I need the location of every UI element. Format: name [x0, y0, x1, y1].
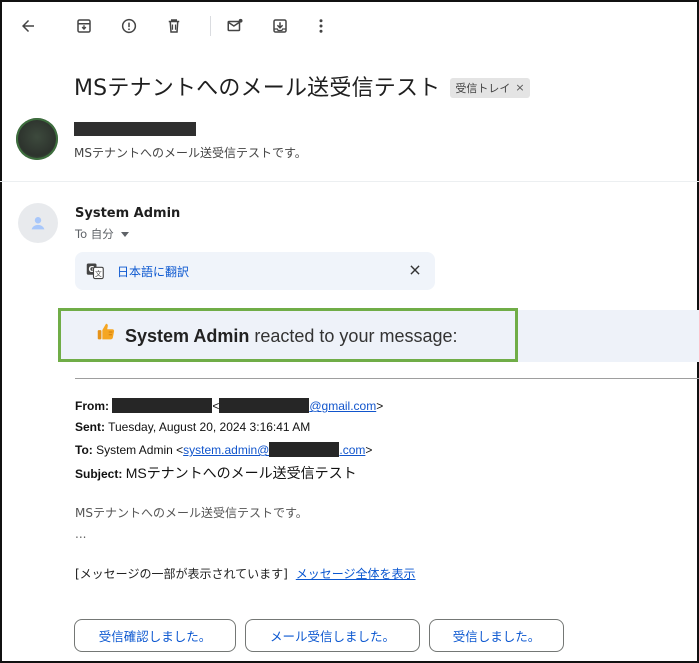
chevron-down-icon [120, 232, 129, 237]
reaction-banner: System Admin reacted to your message: [58, 308, 518, 362]
thumbs-up-icon [97, 323, 115, 340]
to-name: System Admin < [96, 443, 184, 457]
recipient-label: To 自分 [75, 227, 114, 241]
collapsed-message[interactable]: MSテナントへのメール送受信テストです。 [16, 118, 699, 178]
system-admin-avatar [18, 203, 58, 243]
show-trimmed-content[interactable]: ... [75, 527, 86, 541]
subject-row: MSテナントへのメール送受信テスト 受信トレイ × [74, 70, 530, 102]
close-icon [410, 265, 420, 275]
from-gt: > [376, 399, 384, 413]
quoted-subject-line: Subject: MSテナントへのメール送受信テスト [75, 463, 357, 483]
message-body: MSテナントへのメール送受信テストです。 [75, 506, 308, 520]
report-spam-button[interactable] [115, 12, 143, 40]
recipient-details-toggle[interactable]: To 自分 [75, 226, 129, 242]
back-button[interactable] [14, 12, 42, 40]
mark-unread-button[interactable] [221, 12, 249, 40]
move-to-button[interactable] [266, 12, 294, 40]
redacted-from-email [219, 398, 310, 413]
delete-button[interactable] [160, 12, 188, 40]
to-gt: > [365, 443, 373, 457]
quoted-from-line: From: < @gmail.com> [75, 398, 383, 413]
more-options-button[interactable] [307, 12, 335, 40]
toolbar-divider [210, 16, 211, 36]
back-arrow-icon [22, 20, 34, 32]
subject-value: MSテナントへのメール送受信テスト [125, 465, 357, 481]
redacted-from-name [112, 398, 213, 413]
person-icon [31, 217, 45, 230]
translate-bar: G 文 日本語に翻訳 [75, 252, 435, 290]
redacted-sender-name [74, 122, 196, 136]
to-email-link[interactable]: system.admin@ .com [183, 442, 366, 457]
subject-label: Subject: [75, 467, 123, 481]
smart-reply-2[interactable]: メール受信しました。 [245, 619, 420, 652]
clipped-notice-text: [メッセージの一部が表示されています] [75, 567, 288, 581]
quoted-to-line: To: System Admin <system.admin@ .com> [75, 442, 372, 457]
remove-label-icon[interactable]: × [515, 81, 524, 94]
quote-separator [75, 378, 699, 379]
archive-button[interactable] [70, 12, 98, 40]
to-email-suffix: .com [339, 443, 366, 457]
sent-value: Tuesday, August 20, 2024 3:16:41 AM [108, 420, 311, 434]
thread-subject: MSテナントへのメール送受信テスト [74, 76, 441, 101]
sender-name[interactable]: System Admin [75, 206, 180, 221]
sent-label: Sent: [75, 420, 105, 434]
redacted-to-domain [269, 442, 340, 457]
to-email-prefix: system.admin@ [183, 443, 270, 457]
report-spam-icon [121, 18, 137, 34]
quoted-sent-line: Sent: Tuesday, August 20, 2024 3:16:41 A… [75, 420, 310, 434]
smart-replies: 受信確認しました。 メール受信しました。 受信しました。 [74, 619, 573, 652]
archive-icon [77, 19, 91, 33]
smart-reply-3[interactable]: 受信しました。 [429, 619, 564, 652]
delete-icon [168, 19, 180, 33]
from-label: From: [75, 399, 109, 413]
message-divider [0, 181, 699, 182]
translate-link[interactable]: 日本語に翻訳 [117, 263, 189, 280]
message-snippet: MSテナントへのメール送受信テストです。 [74, 146, 307, 160]
move-to-icon [273, 19, 287, 33]
reaction-actor: System Admin [125, 326, 250, 346]
sender-avatar [16, 118, 58, 160]
more-vert-icon [319, 19, 323, 33]
to-label: To: [75, 443, 93, 457]
svg-text:文: 文 [95, 269, 102, 278]
from-email-suffix: @gmail.com [309, 399, 377, 413]
close-translate-button[interactable] [405, 260, 425, 280]
translate-icon: G 文 [86, 263, 104, 280]
inbox-label-chip[interactable]: 受信トレイ × [450, 77, 530, 98]
view-entire-message-link[interactable]: メッセージ全体を表示 [296, 567, 416, 581]
inbox-label-text: 受信トレイ [455, 81, 511, 95]
reaction-message: reacted to your message: [249, 326, 458, 346]
from-email-link[interactable]: @gmail.com [219, 398, 377, 413]
reaction-text: System Admin reacted to your message: [125, 326, 457, 347]
smart-reply-1[interactable]: 受信確認しました。 [74, 619, 236, 652]
clipped-notice: [メッセージの一部が表示されています] メッセージ全体を表示 [75, 565, 416, 582]
mark-unread-icon [227, 18, 243, 32]
